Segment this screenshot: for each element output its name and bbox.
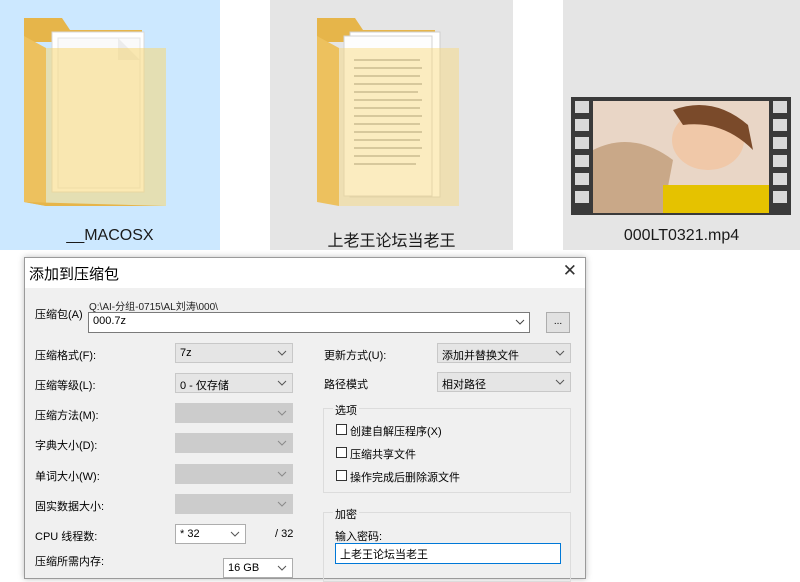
archive-label: 压缩包(A): [35, 309, 83, 321]
chevron-down-icon: [277, 410, 287, 416]
folder-icon: [317, 18, 459, 206]
item-label: 000LT0321.mp4: [623, 227, 740, 244]
sfx-label: 创建自解压程序(X): [350, 426, 442, 438]
format-select[interactable]: 7z: [175, 343, 293, 363]
shared-files-checkbox[interactable]: [336, 447, 347, 458]
chevron-down-icon: [277, 440, 287, 446]
solid-block-select[interactable]: [175, 494, 293, 514]
memory-label: 压缩所需内存:: [35, 556, 105, 568]
memory-select[interactable]: 16 GB: [223, 558, 293, 578]
threads-total: / 32: [275, 528, 294, 540]
item-label: 上老王论坛当老王: [327, 233, 456, 250]
threads-select[interactable]: * 32: [175, 524, 246, 544]
add-to-archive-dialog: 添加到压缩包 ✕ 压缩包(A) Q:\AI-分组-0715\AL刘涛\000\ …: [24, 257, 586, 582]
archive-name-value: 000.7z: [93, 315, 127, 327]
method-select[interactable]: [175, 403, 293, 423]
video-thumbnail: [571, 97, 791, 215]
explorer-item-folder[interactable]: 上老王论坛当老王: [270, 0, 513, 250]
close-icon[interactable]: ✕: [563, 261, 577, 281]
threads-label: CPU 线程数:: [35, 531, 98, 543]
memory-value: 16 GB: [228, 562, 260, 574]
dialog-title: 添加到压缩包: [29, 266, 120, 283]
format-label: 压缩格式(F):: [35, 350, 97, 362]
word-size-label: 单词大小(W):: [35, 471, 100, 483]
format-value: 7z: [180, 347, 192, 359]
explorer-item-video[interactable]: 000LT0321.mp4: [563, 0, 800, 250]
archive-path: Q:\AI-分组-0715\AL刘涛\000\: [89, 302, 218, 313]
chevron-down-icon: [277, 565, 287, 571]
delete-after-label: 操作完成后删除源文件: [350, 472, 460, 484]
chevron-down-icon: [230, 531, 240, 537]
chevron-down-icon: [515, 319, 525, 325]
encryption-title: 加密: [333, 506, 359, 522]
archive-name-input[interactable]: 000.7z: [88, 312, 530, 333]
password-label: 输入密码:: [335, 531, 383, 543]
path-mode-value: 相对路径: [442, 379, 486, 391]
chevron-down-icon: [555, 379, 565, 385]
chevron-down-icon: [277, 501, 287, 507]
level-value: 0 - 仅存储: [180, 380, 229, 392]
level-label: 压缩等级(L):: [35, 380, 96, 392]
dictionary-label: 字典大小(D):: [35, 440, 98, 452]
method-label: 压缩方法(M):: [35, 410, 99, 422]
solid-block-label: 固实数据大小:: [35, 501, 105, 513]
path-mode-select[interactable]: 相对路径: [437, 372, 571, 392]
update-mode-label: 更新方式(U):: [324, 350, 387, 362]
item-label: __MACOSX: [66, 227, 154, 244]
dialog-titlebar: 添加到压缩包 ✕: [25, 258, 585, 288]
browse-button[interactable]: ...: [546, 312, 570, 333]
update-mode-value: 添加并替换文件: [442, 350, 519, 362]
path-mode-label: 路径模式: [324, 379, 368, 391]
threads-value: * 32: [180, 528, 200, 540]
chevron-down-icon: [277, 350, 287, 356]
explorer-item-macosx[interactable]: __MACOSX: [0, 0, 220, 250]
dictionary-select[interactable]: [175, 433, 293, 453]
chevron-down-icon: [555, 350, 565, 356]
sfx-checkbox[interactable]: [336, 424, 347, 435]
level-select[interactable]: 0 - 仅存储: [175, 373, 293, 393]
delete-after-checkbox[interactable]: [336, 470, 347, 481]
chevron-down-icon: [277, 380, 287, 386]
options-title: 选项: [333, 402, 359, 418]
update-mode-select[interactable]: 添加并替换文件: [437, 343, 571, 363]
folder-icon: [24, 18, 166, 206]
shared-files-label: 压缩共享文件: [350, 449, 416, 461]
password-input[interactable]: 上老王论坛当老王: [335, 543, 561, 564]
chevron-down-icon: [277, 471, 287, 477]
word-size-select[interactable]: [175, 464, 293, 484]
